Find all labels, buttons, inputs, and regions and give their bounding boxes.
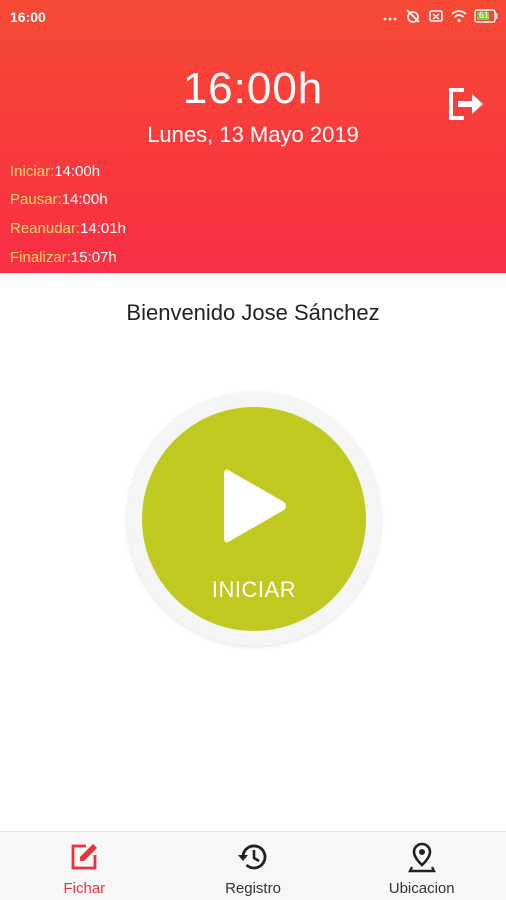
sim-icon [428,9,444,28]
log-label: Reanudar: [10,220,81,237]
log-pausar: Pausar:14:00h [10,191,108,208]
nav-label: Ubicacion [388,880,455,897]
start-button-label: INICIAR [211,577,297,602]
clock: 16:00h [182,64,324,113]
nav-label: Registro [225,880,281,897]
nav-item-fichar[interactable]: Fichar [0,832,169,900]
date: Lunes, 13 Mayo 2019 [147,122,359,147]
logout-button[interactable] [446,86,486,122]
alarm-off-icon [405,9,421,28]
edit-icon [71,844,98,870]
nav-item-ubicacion[interactable]: Ubicacion [337,832,506,900]
log-value: 14:00h [61,191,108,208]
battery-level: 61 [479,10,490,20]
header: 16:00 61 16:00h Lunes, 13 Mayo 2019 Inic… [0,0,506,273]
log-reanudar: Reanudar:14:01h [10,220,126,237]
dots-icon [382,9,398,28]
location-pin-icon [407,842,436,873]
logout-icon [449,88,483,120]
nav-label: Fichar [63,880,106,897]
welcome-text: Bienvenido Jose Sánchez [126,300,380,325]
wifi-icon [451,9,467,28]
log-label: Pausar: [10,191,62,208]
log-value: 14:01h [80,220,126,237]
status-time: 16:00 [10,9,46,25]
log-iniciar: Iniciar:14:00h [10,163,100,180]
log-value: 15:07h [70,249,117,266]
log-finalizar: Finalizar:15:07h [10,249,117,266]
bottom-nav: Fichar Registro Ubicacion [0,831,506,900]
log-label: Finalizar: [10,249,71,266]
status-icons: 61 [382,9,498,28]
status-bar: 16:00 61 [0,0,506,34]
history-icon [238,844,267,870]
log-label: Iniciar: [10,163,55,180]
battery-icon: 61 [474,9,498,28]
start-button[interactable]: INICIAR [142,407,366,631]
play-icon [224,469,286,543]
nav-item-registro[interactable]: Registro [169,832,338,900]
log-value: 14:00h [54,163,101,180]
